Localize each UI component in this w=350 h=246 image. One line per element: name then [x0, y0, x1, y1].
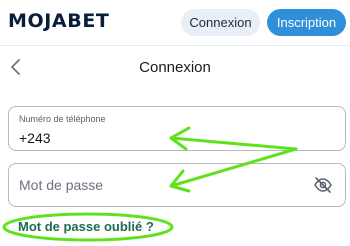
logo[interactable]: MOJABET	[8, 10, 109, 32]
eye-off-icon	[314, 177, 332, 193]
password-field[interactable]: Mot de passe	[8, 163, 346, 207]
phone-field-value[interactable]: +243	[19, 130, 51, 146]
password-placeholder: Mot de passe	[19, 177, 104, 193]
signup-button[interactable]: Inscription	[267, 9, 346, 36]
forgot-password-link[interactable]: Mot de passe oublié ?	[18, 219, 154, 234]
phone-field-label: Numéro de téléphone	[19, 114, 106, 124]
header-divider	[0, 45, 350, 46]
top-bar: MOJABET Connexion Inscription	[0, 0, 350, 46]
phone-field[interactable]: Numéro de téléphone +243	[8, 106, 346, 151]
page-title: Connexion	[139, 59, 211, 76]
password-toggle-button[interactable]	[313, 176, 333, 194]
login-button[interactable]: Connexion	[181, 9, 260, 36]
